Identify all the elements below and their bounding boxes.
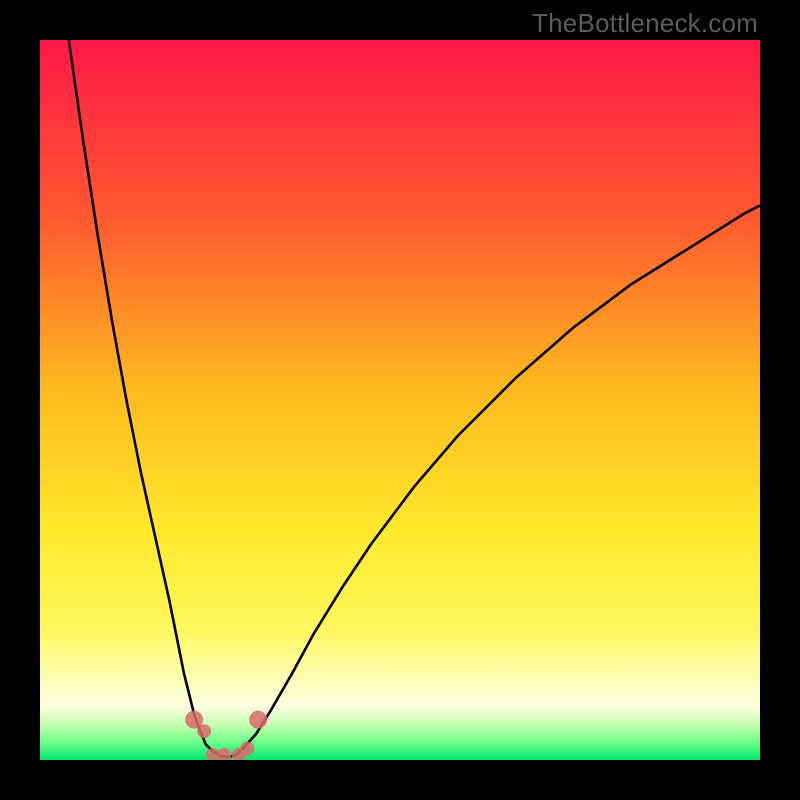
curve-right <box>227 206 760 758</box>
optimal-dot <box>217 748 231 760</box>
optimal-dot <box>240 741 254 755</box>
curve-layer <box>40 40 760 760</box>
plot-area <box>40 40 760 760</box>
optimal-dot <box>249 711 267 729</box>
curve-left <box>69 40 227 757</box>
optimal-dot <box>197 724 211 738</box>
outer-frame: TheBottleneck.com <box>0 0 800 800</box>
watermark-text: TheBottleneck.com <box>532 8 758 39</box>
